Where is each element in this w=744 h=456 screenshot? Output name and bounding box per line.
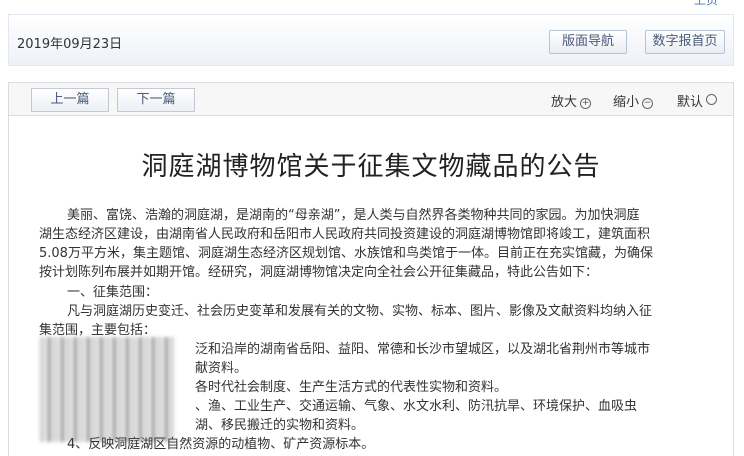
article-line: 集范围，主要包括： — [39, 323, 157, 338]
zoom-out-label: 缩小 — [613, 95, 640, 110]
zoom-in-label: 放大 — [551, 95, 578, 110]
article-line: 一、征集范围： — [67, 285, 159, 300]
article-line: 泛和沿岸的湖南省岳阳、益阳、常德和长沙市望城区，以及湖北省荆州市等城市 — [195, 342, 651, 357]
zoom-default-label: 默认 — [677, 95, 704, 110]
header-bar: 2019年09月23日 版面导航 数字报首页 — [8, 14, 734, 66]
digital-home-button[interactable]: 数字报首页 — [645, 30, 725, 54]
article-line: 按计划陈列布展并如期开馆。经研究，洞庭湖博物馆决定向全社会公开征集藏品，特此公告… — [39, 265, 599, 280]
top-link[interactable]: 上页 — [694, 0, 718, 8]
article-line: 5.08万平方米，集主题馆、洞庭湖生态经济区规划馆、水族馆和鸟类馆于一体。目前正… — [39, 246, 653, 261]
prev-article-button[interactable]: 上一篇 — [31, 88, 109, 112]
zoom-default-button[interactable]: 默认 — [677, 91, 718, 110]
article-line: 凡与洞庭湖历史变迁、社会历史变革和发展有关的文物、实物、标本、图片、影像及文献资… — [67, 304, 653, 319]
article-line: 4、反映洞庭湖区自然资源的动植物、矿产资源标本。 — [67, 437, 375, 452]
article-line: 美丽、富饶、浩瀚的洞庭湖，是湖南的“母亲湖”，是人类与自然界各类物种共同的家园。… — [67, 208, 640, 223]
article-line: 各时代社会制度、生产生活方式的代表性实物和资料。 — [195, 380, 508, 395]
article-title: 洞庭湖博物馆关于征集文物藏品的公告 — [141, 152, 601, 182]
zoom-out-button[interactable]: 缩小 − — [613, 91, 654, 110]
plus-circle-icon: + — [580, 98, 592, 109]
article-content: 洞庭湖博物馆关于征集文物藏品的公告 美丽、富饶、浩瀚的洞庭湖，是湖南的“母亲湖”… — [8, 116, 734, 456]
article-line: 献资料。 — [195, 361, 248, 376]
next-article-button[interactable]: 下一篇 — [117, 88, 195, 112]
minus-circle-icon: − — [642, 98, 654, 109]
layout-nav-button[interactable]: 版面导航 — [549, 30, 627, 54]
zoom-in-button[interactable]: 放大 + — [551, 91, 592, 110]
article-line: 湖生态经济区建设，由湖南省人民政府和岳阳市人民政府共同投资建设的洞庭湖博物馆即将… — [39, 227, 651, 242]
article-line: 、渔、工业生产、交通运输、气象、水文水利、防汛抗旱、环境保护、血吸虫 — [195, 399, 638, 414]
article-line: 湖、移民搬迁的实物和资料。 — [195, 418, 365, 433]
circle-icon — [706, 94, 718, 105]
blurred-image-region — [39, 337, 174, 442]
article-toolbar: 上一篇 下一篇 放大 + 缩小 − 默认 — [8, 82, 734, 116]
issue-date: 2019年09月23日 — [17, 37, 123, 52]
